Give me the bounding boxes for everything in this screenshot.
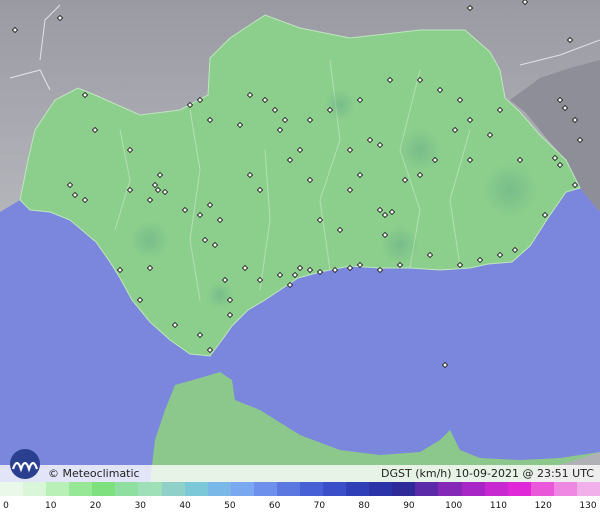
scale-swatch — [207, 482, 231, 496]
variable-label: DGST (km/h) — [381, 467, 452, 480]
scale-swatch — [346, 482, 370, 496]
scale-swatch — [415, 482, 439, 496]
scale-tick-label: 10 — [45, 501, 57, 511]
scale-swatch — [530, 482, 554, 496]
scale-swatch — [253, 482, 277, 496]
scale-swatch — [323, 482, 347, 496]
wind-gust-map — [0, 0, 600, 482]
scale-tick-label: 100 — [445, 501, 463, 511]
color-scale: 0 10 20 30 40 50 60 70 80 90 100 110 120 130 — [0, 482, 600, 517]
scale-swatch — [392, 482, 416, 496]
timestamp: 10-09-2021 @ 23:51 UTC — [455, 467, 594, 480]
scale-tick-label: 110 — [489, 501, 508, 511]
scale-swatch — [461, 482, 485, 496]
scale-swatch — [23, 482, 47, 496]
scale-swatch — [184, 482, 208, 496]
scale-swatch — [115, 482, 139, 496]
scale-tick-label: 50 — [224, 501, 236, 511]
map-info: DGST (km/h) 10-09-2021 @ 23:51 UTC — [381, 465, 594, 482]
scale-swatch — [300, 482, 324, 496]
scale-swatch — [69, 482, 93, 496]
scale-swatch — [507, 482, 531, 496]
scale-tick-label: 0 — [3, 501, 9, 511]
scale-tick-label: 90 — [403, 501, 415, 511]
scale-tick-label: 60 — [268, 501, 281, 511]
scale-tick-label: 40 — [179, 501, 191, 511]
scale-swatch — [138, 482, 162, 496]
scale-tick-label: 120 — [534, 501, 552, 511]
scale-swatch — [92, 482, 116, 496]
scale-tick-label: 30 — [134, 501, 147, 511]
map-viewer: © Meteoclimatic DGST (km/h) 10-09-2021 @… — [0, 0, 600, 517]
scale-swatch — [553, 482, 577, 496]
scale-swatch — [46, 482, 70, 496]
scale-swatch — [369, 482, 393, 496]
scale-swatch — [276, 482, 301, 496]
scale-tick-label: 130 — [579, 501, 597, 511]
scale-swatch — [576, 482, 600, 496]
scale-swatch — [484, 482, 508, 496]
scale-swatch — [438, 482, 462, 496]
scale-tick-label: 70 — [313, 501, 326, 511]
scale-swatch — [161, 482, 185, 496]
map-canvas — [0, 0, 600, 482]
scale-tick-label: 80 — [358, 501, 370, 511]
scale-swatch — [230, 482, 254, 496]
copyright-text: © Meteoclimatic — [48, 467, 140, 480]
scale-tick-label: 20 — [89, 501, 102, 511]
scale-swatch — [0, 482, 24, 496]
meteoclimatic-logo-icon — [5, 447, 45, 481]
color-scale-ticks: 0 10 20 30 40 50 60 70 80 90 100 110 120 130 — [0, 496, 600, 517]
color-scale-bar — [0, 482, 600, 496]
